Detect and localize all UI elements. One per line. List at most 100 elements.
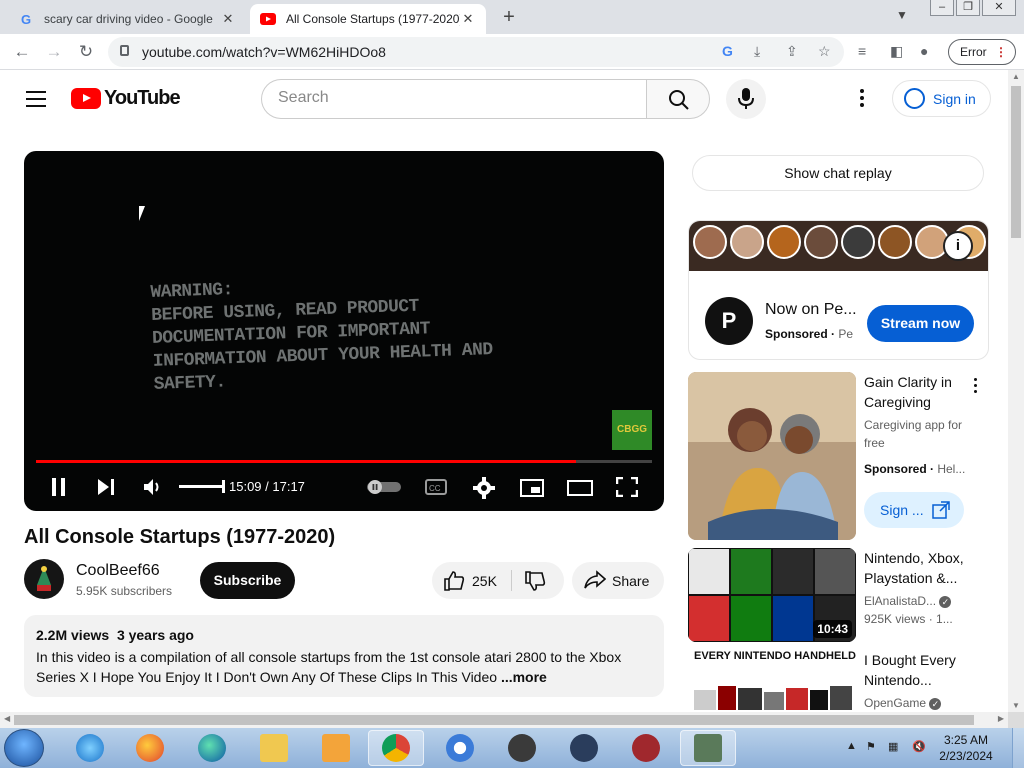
new-tab-icon[interactable]: +: [498, 6, 520, 29]
ad-info-icon[interactable]: i: [943, 231, 973, 261]
fullscreen-icon[interactable]: [616, 477, 638, 497]
tab-youtube-video[interactable]: All Console Startups (1977-2020) ✕: [250, 4, 486, 34]
mouse-cursor-icon: [139, 206, 145, 221]
ad-title[interactable]: Now on Pe...: [765, 301, 857, 319]
recommendation-title[interactable]: Gain Clarity in Caregiving: [864, 372, 982, 412]
windows-taskbar: ▲ ⚑ ▦ 🔇 3:25 AM 2/23/2024: [0, 728, 1024, 768]
description-box[interactable]: 2.2M views 3 years ago In this video is …: [24, 615, 664, 697]
youtube-logo[interactable]: YouTube: [71, 87, 181, 110]
firefox-icon[interactable]: [122, 730, 178, 766]
vpn-shield-icon[interactable]: [432, 730, 488, 766]
profile-avatar-icon[interactable]: ●: [920, 43, 928, 59]
scroll-down-icon[interactable]: ▼: [1012, 701, 1020, 710]
settings-kebab-icon[interactable]: [860, 89, 866, 110]
next-video-icon[interactable]: [96, 477, 116, 497]
forward-icon[interactable]: →: [44, 42, 64, 62]
recommendation-thumbnail[interactable]: [688, 372, 856, 540]
recommendation-channel[interactable]: OpenGame ✓: [864, 694, 974, 712]
monitor-app-icon[interactable]: [680, 730, 736, 766]
recommendation-channel[interactable]: ElAnalistaD... ✓: [864, 592, 974, 610]
close-window-icon[interactable]: ✕: [982, 0, 1016, 16]
hamburger-menu-icon[interactable]: [26, 91, 46, 112]
internet-explorer-icon[interactable]: [62, 730, 118, 766]
view-count: 925K views: [864, 612, 926, 626]
install-app-icon[interactable]: ⤓: [754, 43, 760, 60]
scroll-right-icon[interactable]: ▶: [998, 714, 1004, 723]
minimize-icon[interactable]: –: [930, 0, 954, 16]
world-of-warships-icon[interactable]: [556, 730, 612, 766]
volume-icon[interactable]: [142, 477, 164, 497]
sign-in-button[interactable]: Sign in: [892, 80, 991, 117]
flag-icon[interactable]: ⚑: [866, 740, 876, 753]
sign-up-button[interactable]: Sign ...: [864, 492, 964, 528]
search-button[interactable]: [646, 79, 710, 119]
recommendation-video-handhelds[interactable]: EVERY NINTENDO HANDHELD I Bought Every N…: [688, 650, 994, 712]
scroll-up-icon[interactable]: ▲: [1012, 72, 1020, 81]
system-clock[interactable]: 3:25 AM 2/23/2024: [930, 732, 1002, 764]
show-desktop-button[interactable]: [1012, 728, 1024, 768]
recommendation-video-consoles[interactable]: 10:43 Nintendo, Xbox, Playstation &... E…: [688, 548, 994, 642]
reload-icon[interactable]: ↻: [76, 42, 96, 62]
video-player[interactable]: WARNING: BEFORE USING, READ PRODUCT DOCU…: [24, 151, 664, 511]
recommendation-ad-caregiving[interactable]: Gain Clarity in Caregiving Caregiving ap…: [688, 372, 994, 540]
recommendation-kebab-icon[interactable]: [974, 378, 977, 396]
media-player-icon[interactable]: [308, 730, 364, 766]
recommendation-title[interactable]: Nintendo, Xbox, Playstation &...: [864, 548, 982, 588]
volume-muted-icon[interactable]: 🔇: [912, 740, 926, 753]
captions-icon[interactable]: CC: [425, 479, 447, 495]
dislike-thumbs-down-icon[interactable]: [524, 570, 546, 592]
address-bar[interactable]: youtube.com/watch?v=WM62HiHDOo8 G ⤓ ⇪ ☆: [108, 37, 844, 67]
theater-mode-icon[interactable]: [567, 479, 593, 497]
close-tab-icon[interactable]: ✕: [460, 11, 476, 27]
back-icon[interactable]: ←: [12, 42, 32, 62]
channel-name[interactable]: CoolBeef66: [76, 562, 160, 580]
like-thumbs-up-icon[interactable]: [443, 570, 465, 592]
close-tab-icon[interactable]: ✕: [220, 11, 236, 27]
file-explorer-icon[interactable]: [246, 730, 302, 766]
show-chat-replay-button[interactable]: Show chat replay: [692, 155, 984, 191]
sign-in-label: Sign in: [933, 91, 976, 107]
upload-age: 1...: [936, 612, 953, 626]
share-button[interactable]: Share: [572, 562, 664, 599]
stream-now-button[interactable]: Stream now: [867, 305, 974, 342]
progress-bar[interactable]: [36, 460, 652, 463]
google-lens-icon[interactable]: G: [722, 43, 733, 59]
tab-search-chevron-icon[interactable]: ▼: [896, 8, 908, 22]
voice-search-button[interactable]: [726, 79, 766, 119]
horizontal-scrollbar[interactable]: ◀ ▶: [0, 712, 1008, 728]
show-more-link[interactable]: ...more: [501, 669, 547, 685]
network-icon[interactable]: ▦: [888, 740, 898, 753]
start-button-icon[interactable]: [4, 729, 44, 767]
autoplay-toggle-icon[interactable]: [367, 480, 401, 494]
media-control-icon[interactable]: ≡: [858, 43, 866, 59]
channel-avatar[interactable]: [24, 559, 64, 599]
miniplayer-icon[interactable]: [520, 479, 544, 497]
restore-icon[interactable]: ❐: [956, 0, 980, 16]
side-panel-icon[interactable]: ◧: [890, 43, 903, 60]
chrome-icon[interactable]: [368, 730, 424, 766]
volume-slider[interactable]: [179, 480, 225, 493]
game-launcher-icon[interactable]: [618, 730, 674, 766]
like-count[interactable]: 25K: [472, 573, 497, 589]
sponsored-ad-card[interactable]: i P Now on Pe... Sponsored · Pe Stream n…: [688, 220, 989, 360]
scroll-left-icon[interactable]: ◀: [4, 714, 10, 723]
scrollbar-thumb[interactable]: [1011, 86, 1021, 238]
settings-gear-icon[interactable]: [473, 477, 495, 499]
channel-watermark[interactable]: CBGG: [612, 410, 652, 450]
world-of-tanks-icon[interactable]: [494, 730, 550, 766]
edge-icon[interactable]: [184, 730, 240, 766]
tab-google-search[interactable]: G scary car driving video - Google ✕: [8, 4, 246, 34]
search-input[interactable]: Search: [261, 79, 647, 119]
profile-error-button[interactable]: Error ⋮: [948, 39, 1016, 65]
recommendation-title[interactable]: I Bought Every Nintendo...: [864, 650, 982, 690]
vertical-scrollbar[interactable]: ▲ ▼: [1008, 70, 1024, 712]
recommendation-thumbnail[interactable]: EVERY NINTENDO HANDHELD: [688, 650, 856, 710]
tab-bar: G scary car driving video - Google ✕ All…: [0, 0, 1024, 34]
tray-overflow-icon[interactable]: ▲: [846, 740, 857, 752]
recommendation-thumbnail[interactable]: 10:43: [688, 548, 856, 642]
pause-icon[interactable]: [50, 477, 68, 497]
scrollbar-thumb[interactable]: [14, 715, 974, 725]
subscribe-button[interactable]: Subscribe: [200, 562, 295, 599]
bookmark-star-icon[interactable]: ☆: [818, 43, 831, 60]
share-page-icon[interactable]: ⇪: [786, 43, 798, 60]
